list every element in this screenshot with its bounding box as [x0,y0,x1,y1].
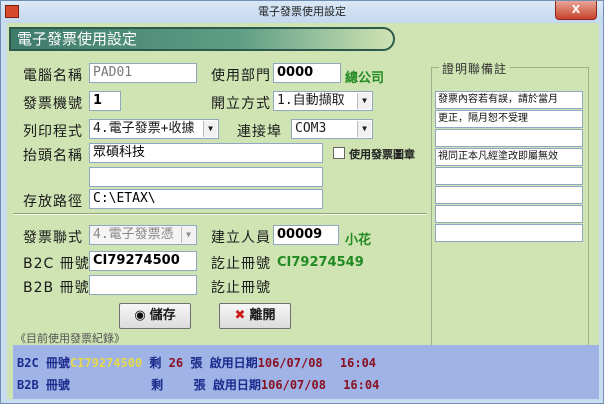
save-path-field[interactable]: C:\ETAX\ [89,189,323,209]
machine-no-field[interactable]: 1 [89,91,121,111]
department-name: 總公司 [345,71,385,86]
b2c-end-label: 訖止冊號 [211,256,271,272]
print-program-value: 4.電子發票+收據 [93,121,195,136]
port-label: 連接埠 [237,124,282,140]
record-unit: 張 [190,356,203,370]
note-line[interactable] [435,186,583,204]
computer-name-label: 電腦名稱 [23,68,83,84]
close-button[interactable]: X [555,1,597,20]
record-date: 106/07/08 [257,356,323,370]
port-select[interactable]: COM3 ▼ [291,119,373,139]
computer-name-field[interactable]: PAD01 [89,63,197,83]
close-icon: ✖ [234,308,246,323]
notes-legend: 證明聯備註 [439,60,511,77]
use-seal-checkbox[interactable] [333,147,345,159]
open-mode-label: 開立方式 [211,96,271,112]
note-line[interactable] [435,129,583,147]
b2b-book-field[interactable] [89,275,197,295]
record-time: 16:04 [343,378,380,392]
b2c-book-field[interactable]: CI79274500 [89,251,197,271]
record-date: 106/07/08 [260,378,326,392]
page-title: 電子發票使用設定 [9,27,395,51]
record-start-label: 啟用日期 [212,378,261,392]
note-line[interactable]: 視同正本凡經塗改即屬無效 [435,148,583,166]
creator-name: 小花 [345,233,372,248]
chevron-down-icon[interactable]: ▼ [357,121,371,137]
settings-window: 電子發票使用設定 X 電子發票使用設定 電腦名稱 PAD01 使用部門 0000… [0,0,604,404]
b2b-book-label: B2B 冊號 [23,280,90,296]
save-path-label: 存放路徑 [23,194,83,210]
invoice-type-value: 4.電子發票憑 [93,227,174,242]
record-type: B2C [17,356,39,370]
note-line[interactable] [435,167,583,185]
header-name-field-2[interactable] [89,167,323,187]
chevron-down-icon[interactable]: ▼ [357,93,371,109]
invoice-type-select[interactable]: 4.電子發票憑 ▼ [89,225,197,245]
creator-label: 建立人員 [211,230,271,246]
client-area: 電子發票使用設定 電腦名稱 PAD01 使用部門 0000 總公司 發票機號 1… [7,23,599,399]
open-mode-select[interactable]: 1.自動擷取 ▼ [273,91,373,111]
port-value: COM3 [295,121,327,136]
header-name-field[interactable]: 眾碩科技 [89,143,323,163]
use-seal-label: 使用發票圖章 [349,148,415,161]
record-remain-label: 剩 [149,356,162,370]
window-title: 電子發票使用設定 [258,5,346,18]
record-book-no: CI79274500 [69,356,143,370]
record-time: 16:04 [339,356,377,370]
print-program-select[interactable]: 4.電子發票+收據 ▼ [89,119,219,139]
note-line[interactable] [435,205,583,223]
note-line[interactable] [435,224,583,242]
records-legend: 《目前使用發票紀錄》 [15,332,125,345]
invoice-type-label: 發票聯式 [23,230,83,246]
records-panel: B2C 冊號CI79274500 剩 26 張 啟用日期106/07/08 16… [13,345,599,399]
app-icon [5,5,19,18]
print-program-label: 列印程式 [23,124,83,140]
record-book-label: 冊號 [45,356,70,370]
machine-no-label: 發票機號 [23,96,83,112]
b2c-end-value: CI79274549 [277,255,364,270]
record-remain: 26 [168,356,184,370]
chevron-down-icon[interactable]: ▼ [181,227,195,243]
header-name-label: 抬頭名稱 [23,148,83,164]
b2c-book-label: B2C 冊號 [23,256,90,272]
open-mode-value: 1.自動擷取 [277,93,345,108]
title-bar: 電子發票使用設定 X [1,1,603,23]
section-divider [13,213,427,215]
record-row-b2b: B2B 冊號 剩 張 啟用日期106/07/08 16:04 [17,376,379,393]
record-type: B2B [17,378,39,392]
record-book-label: 冊號 [45,378,70,392]
leave-label: 離開 [249,308,276,323]
record-remain-label: 剩 [151,378,164,392]
b2b-end-label: 訖止冊號 [211,280,271,296]
chevron-down-icon[interactable]: ▼ [203,121,217,137]
save-label: 儲存 [149,308,176,323]
save-icon: ◉ [134,308,146,323]
creator-code-field[interactable]: 00009 [273,225,339,245]
record-row-b2c: B2C 冊號CI79274500 剩 26 張 啟用日期106/07/08 16… [17,354,376,371]
note-line[interactable]: 發票內容若有誤，請於當月 [435,91,583,109]
save-button[interactable]: ◉ 儲存 [119,303,191,329]
department-code-field[interactable]: 0000 [273,63,341,83]
record-start-label: 啟用日期 [209,356,258,370]
note-line[interactable]: 更正，隔月恕不受理 [435,110,583,128]
leave-button[interactable]: ✖ 離開 [219,303,291,329]
record-unit: 張 [193,378,206,392]
department-label: 使用部門 [211,68,271,84]
